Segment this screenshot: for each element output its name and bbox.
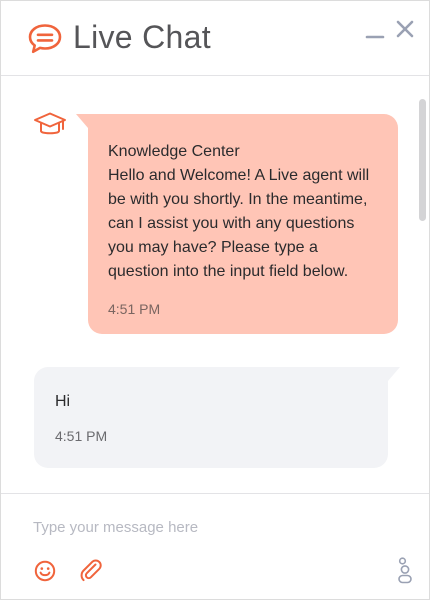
paperclip-icon[interactable]: [79, 558, 103, 582]
message-sender: Knowledge Center: [108, 143, 240, 160]
user-message: Hi 4:51 PM: [34, 367, 400, 468]
live-chat-window: Live Chat Knowledge Center Hello and Wel…: [0, 0, 430, 600]
brand-logo-icon: [398, 557, 412, 584]
message-composer: [1, 493, 429, 600]
message-text: Hi: [55, 393, 71, 410]
message-scrollbar[interactable]: [419, 99, 426, 221]
bot-message: Knowledge Center Hello and Welcome! A Li…: [76, 114, 398, 334]
message-text: Hello and Welcome! A Live agent will be …: [108, 167, 370, 280]
chat-title: Live Chat: [73, 19, 211, 55]
message-input[interactable]: [21, 514, 405, 540]
message-timestamp: 4:51 PM: [108, 301, 161, 317]
bubble-tail: [388, 367, 400, 381]
minimize-icon[interactable]: [365, 23, 385, 43]
chat-bubble-icon: [28, 24, 62, 54]
chat-header: Live Chat: [1, 1, 429, 76]
close-icon[interactable]: [394, 18, 416, 40]
smiley-icon[interactable]: [34, 560, 56, 582]
message-timestamp: 4:51 PM: [55, 428, 108, 444]
bubble-tail: [76, 114, 88, 128]
graduation-cap-icon: [34, 112, 66, 135]
